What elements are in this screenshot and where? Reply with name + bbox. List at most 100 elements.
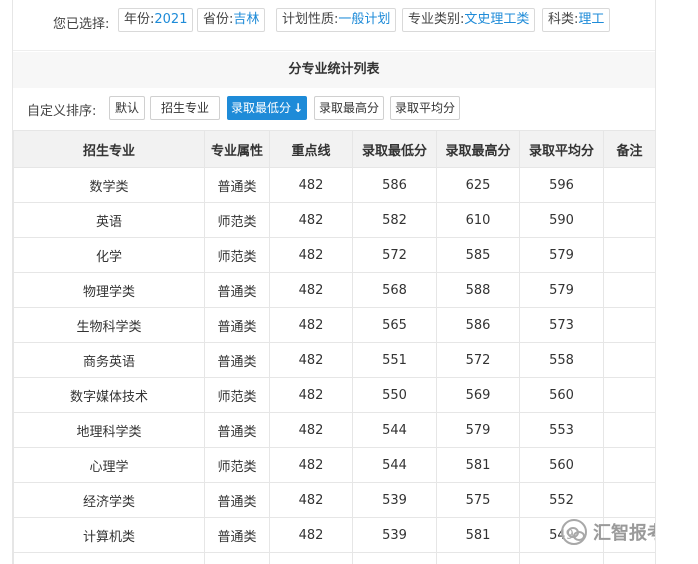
cell-max-score: 585 <box>436 237 520 273</box>
table-row: 生物科学类 普通类 482 565 586 573 <box>13 307 655 343</box>
cell-major-type: 普通类 <box>204 167 270 203</box>
cell-major-type: 普通类 <box>204 412 270 448</box>
cell-major: 化学 <box>13 237 205 273</box>
divider <box>13 50 655 51</box>
cell-min-score: 539 <box>352 517 437 553</box>
col-notes: 备注 <box>603 130 655 168</box>
col-min-score: 录取最低分 <box>352 130 437 168</box>
cell-max-score: 588 <box>436 272 520 308</box>
cell-notes <box>603 167 655 203</box>
cell-major-type: 普通类 <box>204 517 270 553</box>
cell-major-type: 普通类 <box>204 307 270 343</box>
cell-max-score: 579 <box>436 412 520 448</box>
cell-avg-score: 579 <box>519 272 604 308</box>
cell-max-score: 581 <box>436 447 520 483</box>
cell-key-line: 482 <box>269 377 353 413</box>
cell-major: 环境科学与工程类 <box>13 552 205 564</box>
arrow-down-icon: ↓ <box>292 101 304 115</box>
cell-min-score: 572 <box>352 237 437 273</box>
cell-major: 英语 <box>13 202 205 238</box>
cell-max-score: 581 <box>436 517 520 553</box>
watermark: 汇智报考 <box>561 519 655 545</box>
cell-key-line: 482 <box>269 167 353 203</box>
cell-avg-score: 579 <box>519 237 604 273</box>
col-major: 招生专业 <box>13 130 205 168</box>
cell-notes <box>603 482 655 518</box>
cell-min-score: 539 <box>352 482 437 518</box>
sort-avg-score-button[interactable]: 录取平均分 <box>390 96 460 120</box>
table-body: 数学类 普通类 482 586 625 596 英语 师范类 482 582 610 590 化学 师范类… <box>13 167 655 564</box>
cell-notes <box>603 272 655 308</box>
sort-bar: 自定义排序: 默认 招生专业 录取最低分 ↓ 录取最高分 录取平均分 <box>13 92 655 126</box>
cell-major: 计算机类 <box>13 517 205 553</box>
cell-major-type: 师范类 <box>204 377 270 413</box>
cell-max-score: 586 <box>436 307 520 343</box>
filter-major-category[interactable]: 专业类别:文史理工类 <box>402 8 536 32</box>
cell-notes <box>603 552 655 564</box>
cell-avg-score: 596 <box>519 167 604 203</box>
cell-key-line: 482 <box>269 482 353 518</box>
table-row: 经济学类 普通类 482 539 575 552 <box>13 482 655 518</box>
cell-major: 物理学类 <box>13 272 205 308</box>
sort-max-score-button[interactable]: 录取最高分 <box>314 96 384 120</box>
table-row: 物理学类 普通类 482 568 588 579 <box>13 272 655 308</box>
cell-notes <box>603 447 655 483</box>
table-row: 心理学 师范类 482 544 581 560 <box>13 447 655 483</box>
col-avg-score: 录取平均分 <box>519 130 604 168</box>
cell-major: 生物科学类 <box>13 307 205 343</box>
cell-major: 商务英语 <box>13 342 205 378</box>
sort-default-button[interactable]: 默认 <box>109 96 145 120</box>
filter-bar: 您已选择: 年份:2021 省份:吉林 计划性质:一般计划 专业类别:文史理工类… <box>13 0 655 44</box>
score-table: 招生专业 专业属性 重点线 录取最低分 录取最高分 录取平均分 备注 数学类 普通… <box>13 130 655 564</box>
filter-year[interactable]: 年份:2021 <box>118 8 194 32</box>
table-row: 数学类 普通类 482 586 625 596 <box>13 167 655 203</box>
col-major-type: 专业属性 <box>204 130 270 168</box>
cell-max-score: 569 <box>436 377 520 413</box>
stats-panel: 您已选择: 年份:2021 省份:吉林 计划性质:一般计划 专业类别:文史理工类… <box>12 0 656 564</box>
selected-label: 您已选择: <box>53 17 110 32</box>
cell-major: 数字媒体技术 <box>13 377 205 413</box>
cell-min-score: 568 <box>352 272 437 308</box>
cell-major: 经济学类 <box>13 482 205 518</box>
wechat-icon <box>561 519 587 545</box>
table-row: 数字媒体技术 师范类 482 550 569 560 <box>13 377 655 413</box>
table-row: 计算机类普通类482539581549 <box>13 517 655 553</box>
table-row: 商务英语 普通类 482 551 572 558 <box>13 342 655 378</box>
filter-province[interactable]: 省份:吉林 <box>197 8 266 32</box>
cell-major-type: 普通类 <box>204 342 270 378</box>
sort-min-score-button[interactable]: 录取最低分 ↓ <box>227 96 307 120</box>
cell-min-score: 550 <box>352 377 437 413</box>
cell-key-line: 482 <box>269 342 353 378</box>
cell-min-score: 582 <box>352 202 437 238</box>
cell-key-line: 482 <box>269 412 353 448</box>
cell-key-line: 482 <box>269 307 353 343</box>
cell-avg-score: 573 <box>519 307 604 343</box>
sort-major-button[interactable]: 招生专业 <box>150 96 220 120</box>
table-row: 地理科学类 普通类 482 544 579 553 <box>13 412 655 448</box>
cell-avg-score: 558 <box>519 342 604 378</box>
col-key-line: 重点线 <box>269 130 353 168</box>
cell-major-type: 师范类 <box>204 237 270 273</box>
cell-max-score: 575 <box>436 482 520 518</box>
cell-key-line: 482 <box>269 237 353 273</box>
table-title: 分专业统计列表 <box>13 52 655 88</box>
cell-max-score: 625 <box>436 167 520 203</box>
cell-major: 心理学 <box>13 447 205 483</box>
cell-avg-score: 560 <box>519 377 604 413</box>
filter-subject[interactable]: 科类:理工 <box>542 8 611 32</box>
cell-key-line: 482 <box>269 202 353 238</box>
filter-plan[interactable]: 计划性质:一般计划 <box>276 8 397 32</box>
cell-key-line: 482 <box>269 552 353 564</box>
cell-max-score: 610 <box>436 202 520 238</box>
cell-min-score: 551 <box>352 342 437 378</box>
cell-major-type: 师范类 <box>204 447 270 483</box>
cell-notes <box>603 342 655 378</box>
cell-max-score: 561 <box>436 552 520 564</box>
cell-key-line: 482 <box>269 517 353 553</box>
cell-avg-score: 552 <box>519 482 604 518</box>
table-row: 环境科学与工程类普通类482539561544 <box>13 552 655 564</box>
cell-min-score: 586 <box>352 167 437 203</box>
watermark-text: 汇智报考 <box>593 523 655 544</box>
cell-notes <box>603 202 655 238</box>
cell-avg-score: 560 <box>519 447 604 483</box>
